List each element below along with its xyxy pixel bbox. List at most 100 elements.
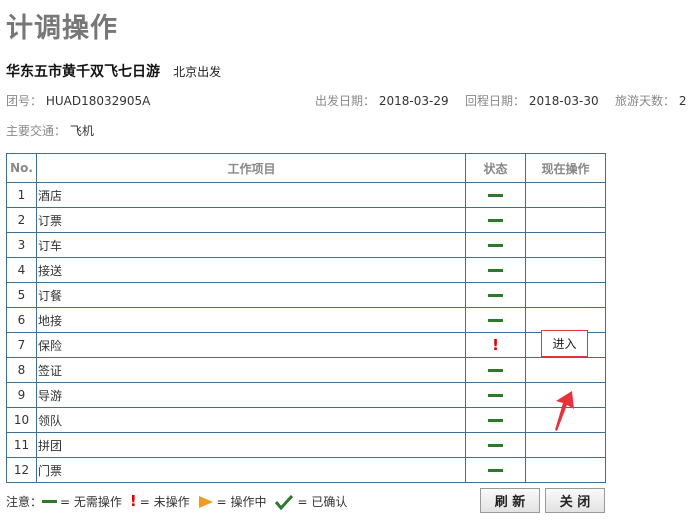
pointer-arrow-icon — [555, 391, 574, 431]
green-dash-icon — [488, 294, 503, 297]
row-number: 6 — [6, 307, 37, 333]
row-number: 8 — [6, 357, 37, 383]
green-dash-icon — [488, 369, 503, 372]
row-operation — [525, 432, 606, 458]
group-number: HUAD18032905A — [45, 94, 151, 108]
row-number: 1 — [6, 182, 37, 208]
row-operation — [525, 207, 606, 233]
legend-none: = 无需操作 — [60, 495, 122, 509]
days-info: 旅游天数： 2 — [615, 92, 686, 109]
row-status — [465, 432, 526, 458]
green-check-icon — [274, 494, 294, 510]
red-exclamation-icon: ! — [492, 335, 499, 354]
row-status — [465, 232, 526, 258]
row-number: 10 — [6, 407, 37, 433]
legend-note: 注意： — [6, 495, 43, 509]
transport-label: 主要交通： — [6, 124, 67, 138]
tour-name: 华东五市黄千双飞七日游 — [6, 64, 160, 80]
green-dash-icon — [488, 244, 503, 247]
green-dash-icon — [488, 469, 503, 472]
table-row: 1 酒店 — [6, 182, 606, 208]
days-value: 2 — [678, 94, 687, 108]
depart-label: 出发日期： — [315, 94, 376, 108]
table-row: 7 保险! — [6, 332, 606, 358]
row-item: 订车 — [36, 232, 466, 258]
row-item: 拼团 — [36, 432, 466, 458]
return-date: 2018-03-30 — [528, 94, 599, 108]
page-title: 计调操作 — [6, 13, 118, 44]
group-label: 团号： — [6, 94, 43, 108]
row-item: 订餐 — [36, 282, 466, 308]
row-operation — [525, 232, 606, 258]
row-number: 4 — [6, 257, 37, 283]
legend-confirmed: = 已确认 — [297, 495, 348, 509]
refresh-button[interactable]: 刷 新 — [480, 488, 540, 513]
table-row: 12 门票 — [6, 457, 606, 483]
row-status — [465, 257, 526, 283]
table-row: 11 拼团 — [6, 432, 606, 458]
red-exclamation-icon: ! — [129, 492, 137, 510]
work-items-table: No. 工作项目 状态 现在操作 1 酒店 2 订票 3 订车 4 接送 5 订餐 6 地接 7 保险! 8… — [6, 153, 606, 483]
table-row: 5 订餐 — [6, 282, 606, 308]
row-operation — [525, 282, 606, 308]
orange-play-icon — [198, 495, 214, 509]
row-operation — [525, 357, 606, 383]
row-status — [465, 207, 526, 233]
green-dash-icon — [488, 444, 503, 447]
enter-button[interactable]: 进入 — [541, 330, 588, 357]
green-dash-icon — [488, 194, 503, 197]
table-row: 8 签证 — [6, 357, 606, 383]
transport-info: 主要交通： 飞机 — [6, 122, 94, 139]
row-number: 7 — [6, 332, 37, 358]
row-number: 9 — [6, 382, 37, 408]
row-operation — [525, 257, 606, 283]
row-number: 3 — [6, 232, 37, 258]
row-item: 保险 — [36, 332, 466, 358]
tour-header: 华东五市黄千双飞七日游 北京出发 — [6, 61, 221, 81]
depart-date: 2018-03-29 — [378, 94, 449, 108]
row-item: 订票 — [36, 207, 466, 233]
row-status — [465, 357, 526, 383]
row-item: 接送 — [36, 257, 466, 283]
table-row: 6 地接 — [6, 307, 606, 333]
header-item: 工作项目 — [36, 153, 466, 183]
row-item: 领队 — [36, 407, 466, 433]
header-status: 状态 — [465, 153, 526, 183]
green-dash-icon — [488, 319, 503, 322]
return-label: 回程日期： — [465, 94, 526, 108]
legend-in-progress: = 操作中 — [216, 495, 267, 509]
header-operation: 现在操作 — [525, 153, 606, 183]
green-dash-icon — [488, 269, 503, 272]
return-info: 回程日期： 2018-03-30 — [465, 92, 599, 109]
row-item: 酒店 — [36, 182, 466, 208]
green-dash-icon — [488, 394, 503, 397]
row-item: 导游 — [36, 382, 466, 408]
row-status — [465, 182, 526, 208]
group-info: 团号： HUAD18032905A — [6, 92, 150, 109]
table-row: 4 接送 — [6, 257, 606, 283]
table-row: 10 领队 — [6, 407, 606, 433]
row-item: 门票 — [36, 457, 466, 483]
green-dash-icon — [488, 419, 503, 422]
row-number: 5 — [6, 282, 37, 308]
green-dash-icon — [488, 219, 503, 222]
transport-value: 飞机 — [69, 124, 94, 138]
days-label: 旅游天数： — [615, 94, 676, 108]
depart-info: 出发日期： 2018-03-29 — [315, 92, 449, 109]
row-item: 签证 — [36, 357, 466, 383]
row-operation — [525, 182, 606, 208]
row-status — [465, 307, 526, 333]
row-operation — [525, 457, 606, 483]
legend-pending: = 未操作 — [139, 495, 190, 509]
row-status: ! — [465, 332, 526, 358]
table-row: 9 导游 — [6, 382, 606, 408]
close-button[interactable]: 关 闭 — [545, 488, 605, 513]
row-item: 地接 — [36, 307, 466, 333]
row-status — [465, 407, 526, 433]
table-header-row: No. 工作项目 状态 现在操作 — [6, 153, 606, 183]
green-dash-icon — [42, 500, 58, 503]
legend: 注意： = 无需操作 ! = 未操作 = 操作中 = 已确认 — [6, 493, 347, 510]
table-row: 2 订票 — [6, 207, 606, 233]
row-status — [465, 382, 526, 408]
table-row: 3 订车 — [6, 232, 606, 258]
